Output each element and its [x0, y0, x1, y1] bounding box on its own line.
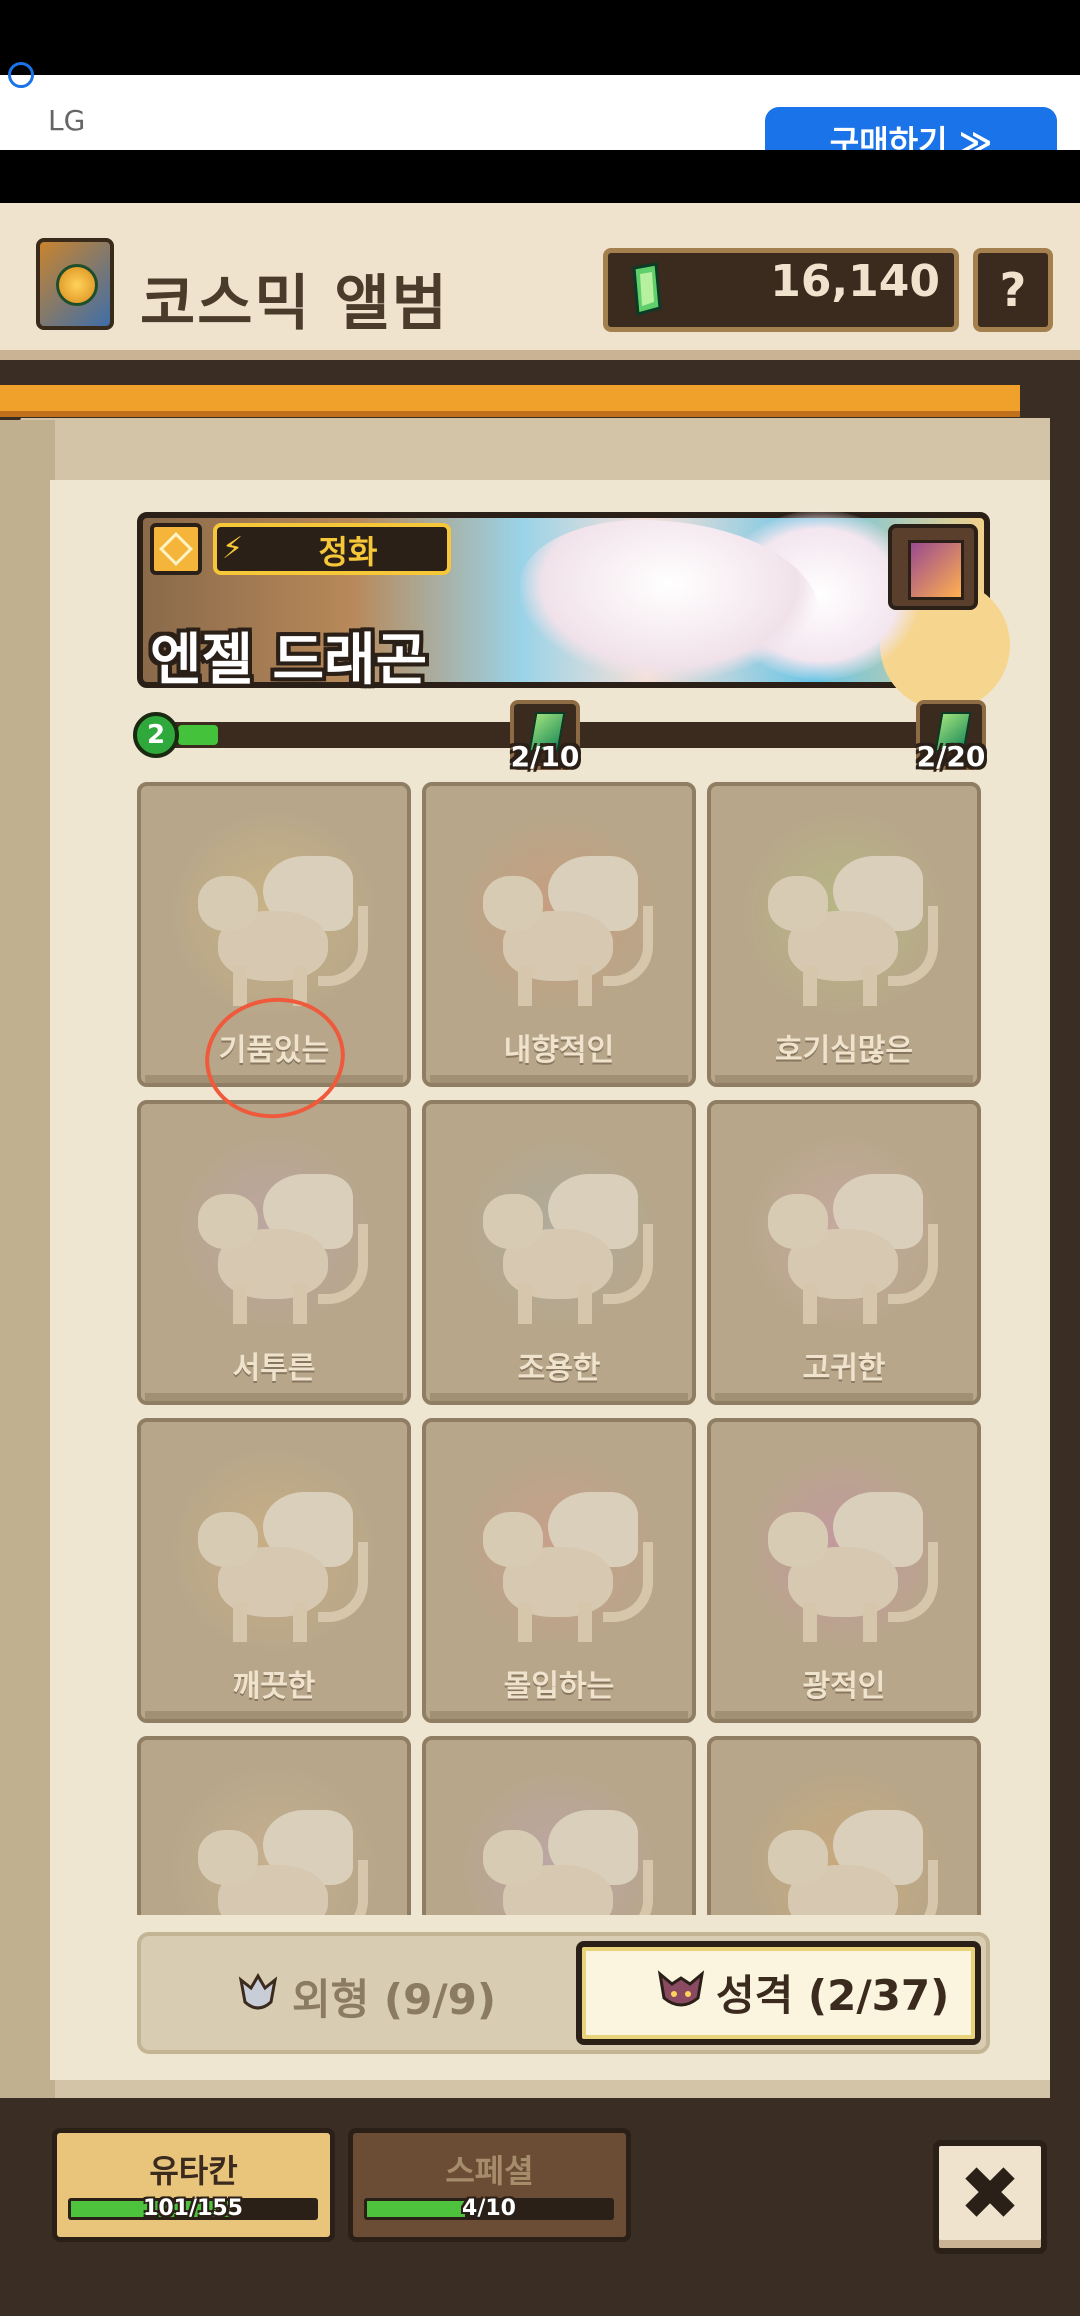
personality-card[interactable]: 고귀한	[707, 1100, 981, 1405]
personality-card-label: 몰입하는	[503, 1669, 615, 1704]
ad-divider	[0, 150, 1080, 203]
personality-card[interactable]	[422, 1736, 696, 1915]
tab-appearance-label: 외형 (9/9)	[292, 1975, 497, 2024]
milestone-label-1: 2/10	[510, 740, 580, 773]
creature-name: 엔젤 드래곤	[150, 628, 428, 693]
milestone-label-2: 2/20	[916, 740, 986, 773]
type-tag-label: 정화	[318, 533, 378, 571]
dragon-head-icon	[238, 1973, 278, 2010]
tab-personality-label: 성격 (2/37)	[716, 1971, 950, 2020]
devil-mask-icon	[657, 1970, 705, 2007]
personality-card-label: 조용한	[517, 1351, 601, 1386]
personality-card[interactable]: 호기심많은	[707, 782, 981, 1087]
category-special-label: 스페셜	[445, 2152, 534, 2190]
personality-card[interactable]: 서투른	[137, 1100, 411, 1405]
element-icon	[150, 523, 202, 575]
ad-info-icon[interactable]	[8, 62, 34, 88]
personality-card[interactable]	[137, 1736, 411, 1915]
personality-grid: 기품있는 내향적인 호기심많은 서투른 조용한 고귀한 깨끗한 몰입하는 광적인	[137, 782, 990, 1915]
header-border	[0, 350, 1080, 360]
crystal-icon	[632, 262, 662, 316]
book-spine	[0, 420, 55, 2100]
personality-card-label: 내향적인	[503, 1033, 615, 1068]
personality-card-label: 고귀한	[802, 1351, 886, 1386]
page-title: 코스믹 앨범	[140, 269, 449, 339]
personality-card-label: 광적인	[802, 1669, 886, 1704]
category-yutakan-label: 유타칸	[149, 2152, 238, 2190]
personality-card[interactable]	[707, 1736, 981, 1915]
album-book-icon	[36, 238, 114, 330]
close-icon[interactable]: ✖	[933, 2140, 1047, 2254]
collection-progress-fill	[178, 725, 218, 745]
codex-book-button[interactable]	[888, 524, 978, 610]
help-button[interactable]: ?	[973, 248, 1053, 332]
category-special-count: 4/10	[462, 2196, 516, 2221]
ad-brand: LG	[48, 104, 86, 137]
personality-card[interactable]: 몰입하는	[422, 1418, 696, 1723]
personality-card-label: 서투른	[232, 1351, 316, 1386]
level-badge: 2	[133, 712, 179, 758]
personality-card-label: 깨끗한	[232, 1669, 316, 1704]
status-bar	[0, 0, 1080, 75]
personality-card[interactable]: 깨끗한	[137, 1418, 411, 1723]
category-yutakan-count: 101/155	[143, 2196, 243, 2221]
currency-value: 16,140	[770, 256, 940, 307]
lightning-icon: ⚡	[222, 531, 244, 566]
personality-card[interactable]: 광적인	[707, 1418, 981, 1723]
book-edge	[0, 385, 1020, 417]
personality-card-label: 호기심많은	[775, 1033, 913, 1068]
personality-card[interactable]: 내향적인	[422, 782, 696, 1087]
personality-card[interactable]: 조용한	[422, 1100, 696, 1405]
